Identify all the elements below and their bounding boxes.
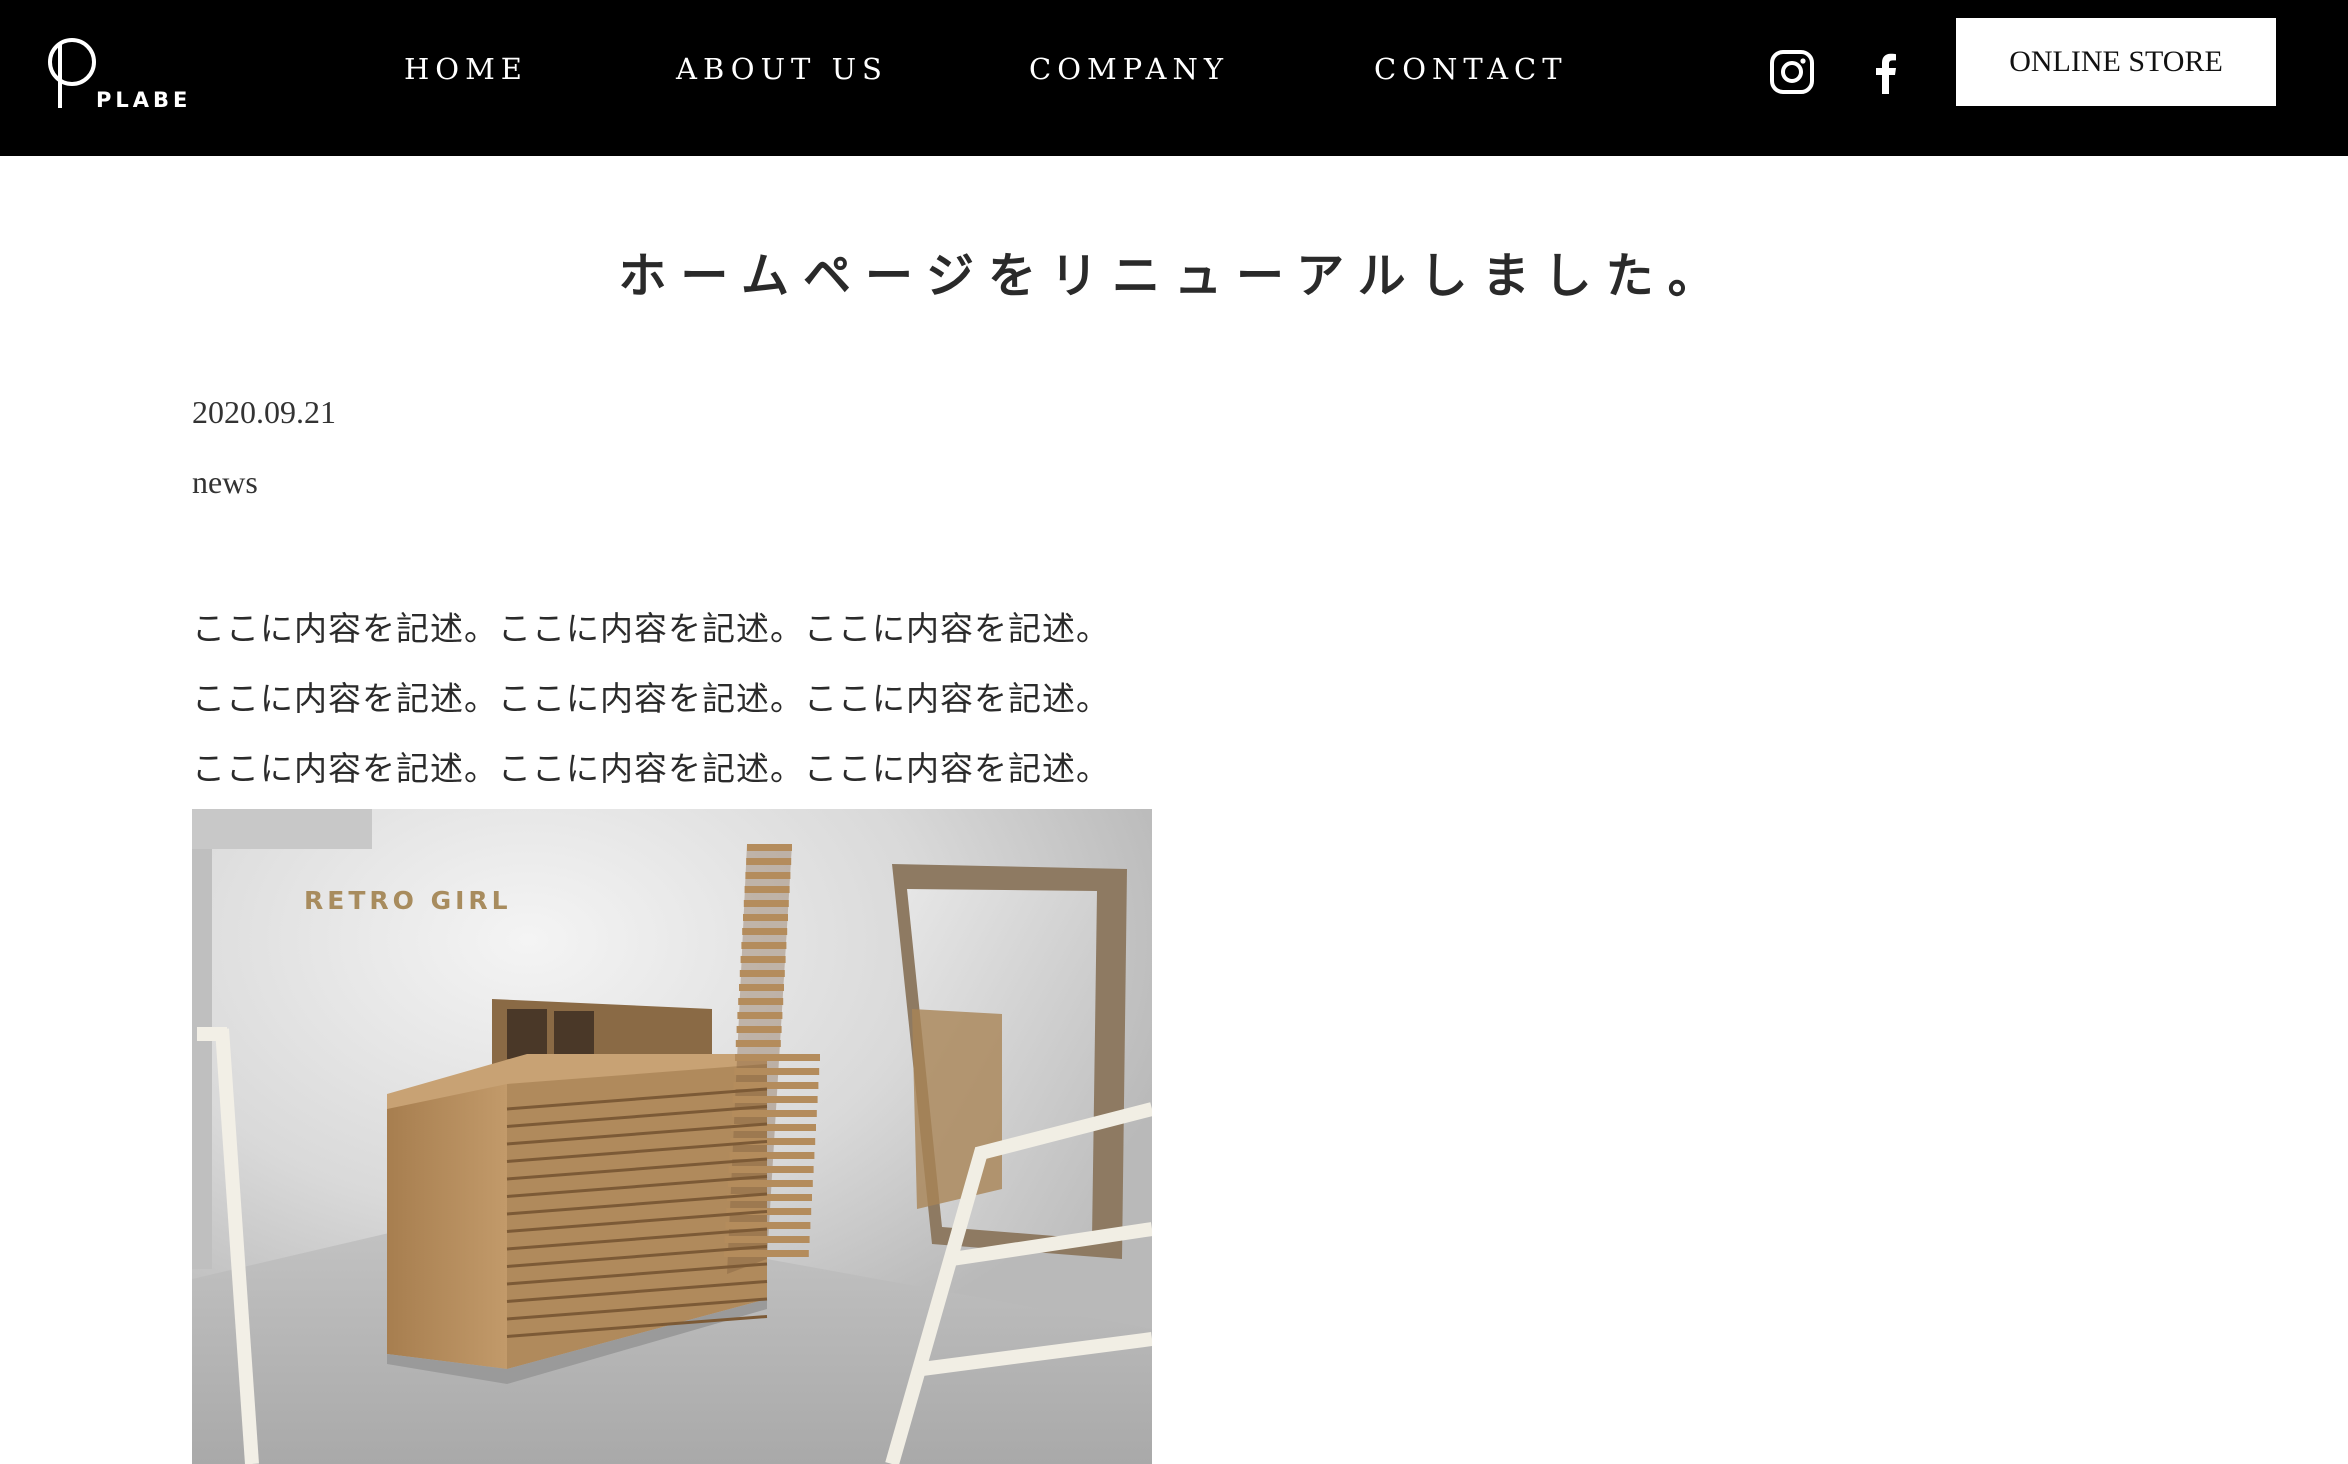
slat <box>742 928 788 935</box>
slat <box>728 1166 814 1173</box>
slat <box>739 970 785 977</box>
slat <box>735 1054 820 1061</box>
post-category[interactable]: news <box>192 464 258 501</box>
slat <box>743 900 789 907</box>
slat <box>736 1026 782 1033</box>
instagram-icon[interactable] <box>1768 48 1816 96</box>
slat <box>741 942 787 949</box>
slat <box>737 1012 783 1019</box>
slat <box>744 886 790 893</box>
slat <box>735 1040 781 1047</box>
slat <box>740 956 786 963</box>
facebook-icon[interactable] <box>1862 48 1910 96</box>
site-logo[interactable]: PLABE <box>44 38 194 114</box>
body-text-line: ここに内容を記述。ここに内容を記述。ここに内容を記述。 <box>192 749 1110 788</box>
site-header: PLABE HOME ABOUT US COMPANY CONTACT ONLI… <box>0 0 2348 156</box>
slat <box>743 914 788 921</box>
nav-company[interactable]: COMPANY <box>1029 52 1229 86</box>
slat <box>734 1068 820 1075</box>
slat <box>731 1110 817 1117</box>
body-text-line: ここに内容を記述。ここに内容を記述。ここに内容を記述。 <box>192 679 1110 718</box>
store-sign-text: RETRO GIRL <box>304 886 512 915</box>
nav-contact[interactable]: CONTACT <box>1374 52 1568 86</box>
slat <box>732 1096 818 1103</box>
slat <box>723 1250 809 1257</box>
slat <box>745 872 791 879</box>
logo-text: PLABE <box>96 88 192 112</box>
slat <box>738 998 784 1005</box>
slat <box>729 1152 815 1159</box>
slat <box>747 844 792 851</box>
slat <box>746 858 792 865</box>
slat <box>727 1180 813 1187</box>
shop-interior-photo: RETRO GIRL <box>192 809 1152 1464</box>
body-text-line: ここに内容を記述。ここに内容を記述。ここに内容を記述。 <box>192 609 1110 648</box>
article-photo: RETRO GIRL <box>192 809 1152 1464</box>
post-date: 2020.09.21 <box>192 394 336 430</box>
nav-home[interactable]: HOME <box>404 52 528 86</box>
nav-about-us[interactable]: ABOUT US <box>676 52 888 86</box>
slat <box>724 1236 810 1243</box>
slat <box>725 1222 811 1229</box>
online-store-button[interactable]: ONLINE STORE <box>1956 18 2276 106</box>
article-title: ホームページをリニューアルしました。 <box>618 248 1730 304</box>
slat <box>739 984 784 991</box>
slat <box>733 1082 819 1089</box>
